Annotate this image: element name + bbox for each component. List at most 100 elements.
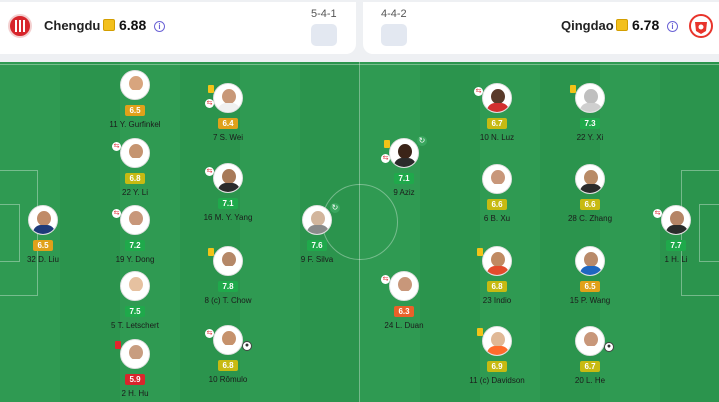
player-marker[interactable]: 6.8 22 Y. Li ⇆ [90, 138, 180, 197]
player-photo-icon [482, 246, 512, 276]
chengdu-crest-icon [8, 14, 32, 38]
player-marker[interactable]: 7.8 8 (c) T. Chow [183, 246, 273, 305]
away-team-header[interactable]: 4-4-2 Qingdao 6.78 i [363, 2, 719, 54]
player-name: 9 F. Silva [300, 255, 334, 264]
player-name: 32 D. Liu [26, 255, 60, 264]
player-marker[interactable]: 7.2 19 Y. Dong ⇆ [90, 205, 180, 264]
lineup-view: Chengdu 6.88 i 5-4-1 4-4-2 Qingdao 6.78 … [0, 0, 719, 402]
player-photo-icon [389, 271, 419, 301]
info-icon[interactable]: i [667, 21, 678, 32]
player-marker[interactable]: 7.7 1 H. Li ⇆ [631, 205, 719, 264]
player-name: 28 C. Zhang [567, 214, 613, 223]
player-marker[interactable]: 7.5 5 T. Letschert [90, 271, 180, 330]
player-marker[interactable]: 6.7 10 N. Luz ⇆ [452, 83, 542, 142]
player-photo-icon [213, 246, 243, 276]
player-rating-badge: 7.1 [394, 173, 414, 184]
player-marker[interactable]: 6.6 28 C. Zhang [545, 164, 635, 223]
player-photo-icon [120, 339, 150, 369]
player-name: 23 Indio [482, 296, 512, 305]
player-rating-badge: 6.7 [580, 361, 600, 372]
assist-boot-icon: ↻ [330, 203, 340, 213]
player-name: 5 T. Letschert [111, 321, 159, 330]
player-marker[interactable]: 6.6 6 B. Xu [452, 164, 542, 223]
player-marker[interactable]: 7.3 22 Y. Xi [545, 83, 635, 142]
player-marker[interactable]: 6.8 23 Indio [452, 246, 542, 305]
player-name: 19 Y. Dong [115, 255, 155, 264]
player-marker[interactable]: 6.5 11 Y. Gurfinkel [90, 70, 180, 129]
player-photo-icon [661, 205, 691, 235]
player-photo-icon [482, 83, 512, 113]
home-team-header[interactable]: Chengdu 6.88 i 5-4-1 [0, 2, 356, 54]
player-photo-icon [213, 325, 243, 355]
player-name: 10 Rômulo [208, 375, 248, 384]
player-name: 22 Y. Xi [576, 133, 604, 142]
player-rating-badge: 6.5 [580, 281, 600, 292]
player-rating-badge: 6.5 [33, 240, 53, 251]
player-marker[interactable]: 6.3 24 L. Duan ⇆ [359, 271, 449, 330]
player-marker[interactable]: 7.1 16 M. Y. Yang ⇆ [183, 163, 273, 222]
player-photo-icon [575, 326, 605, 356]
player-marker[interactable]: 6.5 15 P. Wang [545, 246, 635, 305]
player-rating-badge: 6.4 [218, 118, 238, 129]
player-name: 11 Y. Gurfinkel [109, 120, 161, 129]
player-marker[interactable]: 6.5 32 D. Liu [0, 205, 88, 264]
player-photo-icon [482, 164, 512, 194]
yellow-card-icon [384, 140, 390, 148]
player-photo-icon [482, 326, 512, 356]
player-photo-icon [213, 163, 243, 193]
player-rating-badge: 6.8 [218, 360, 238, 371]
player-name: 11 (c) Davidson [469, 376, 525, 385]
player-name: 15 P. Wang [569, 296, 611, 305]
substitution-out-icon: ⇆ [112, 142, 121, 151]
rating-chip-icon [616, 19, 628, 31]
substitution-out-icon: ⇆ [112, 209, 121, 218]
away-formation-box [381, 24, 407, 46]
player-name: 22 Y. Li [122, 188, 148, 197]
player-rating-badge: 6.8 [125, 173, 145, 184]
yellow-card-icon [477, 328, 483, 336]
player-name: 1 H. Li [664, 255, 688, 264]
player-marker[interactable]: 6.7 20 L. He ● [545, 326, 635, 385]
substitution-out-icon: ⇆ [653, 209, 662, 218]
player-name: 24 L. Duan [384, 321, 424, 330]
player-rating-badge: 6.6 [580, 199, 600, 210]
player-rating-badge: 7.1 [218, 198, 238, 209]
player-photo-icon [120, 70, 150, 100]
player-name: 6 B. Xu [483, 214, 511, 223]
player-rating-badge: 6.7 [487, 118, 507, 129]
player-photo-icon [575, 246, 605, 276]
yellow-card-icon [208, 248, 214, 256]
away-formation: 4-4-2 [381, 8, 407, 20]
yellow-card-icon [208, 85, 214, 93]
player-marker[interactable]: 6.8 10 Rômulo ⇆ ● [183, 325, 273, 384]
substitution-out-icon: ⇆ [381, 154, 390, 163]
home-team-rating: 6.88 [119, 17, 147, 33]
player-name: 10 N. Luz [479, 133, 515, 142]
red-card-icon [115, 341, 121, 349]
substitution-out-icon: ⇆ [205, 99, 214, 108]
goal-ball-icon: ● [604, 342, 614, 352]
player-rating-badge: 6.5 [125, 105, 145, 116]
away-team-name: Qingdao [561, 18, 614, 33]
player-marker[interactable]: 5.9 2 H. Hu [90, 339, 180, 398]
player-rating-badge: 7.5 [125, 306, 145, 317]
player-rating-badge: 6.3 [394, 306, 414, 317]
home-team-name: Chengdu [44, 18, 101, 33]
yellow-card-icon [570, 85, 576, 93]
info-icon[interactable]: i [154, 21, 165, 32]
player-marker[interactable]: 6.4 7 S. Wei ⇆ [183, 83, 273, 142]
away-team-rating: 6.78 [632, 17, 660, 33]
qingdao-crest-icon [689, 14, 713, 38]
player-rating-badge: 6.6 [487, 199, 507, 210]
player-name: 9 Aziz [393, 188, 415, 197]
player-marker[interactable]: 7.1 9 Aziz ⇆ ↻ [359, 136, 449, 197]
player-marker[interactable]: 7.6 9 F. Silva ↻ [272, 203, 362, 264]
substitution-out-icon: ⇆ [381, 275, 390, 284]
player-photo-icon [28, 205, 58, 235]
player-marker[interactable]: 6.9 11 (c) Davidson [452, 326, 542, 385]
player-photo-icon [213, 83, 243, 113]
player-photo-icon [120, 138, 150, 168]
yellow-card-icon [477, 248, 483, 256]
player-photo-icon [302, 205, 332, 235]
player-rating-badge: 5.9 [125, 374, 145, 385]
